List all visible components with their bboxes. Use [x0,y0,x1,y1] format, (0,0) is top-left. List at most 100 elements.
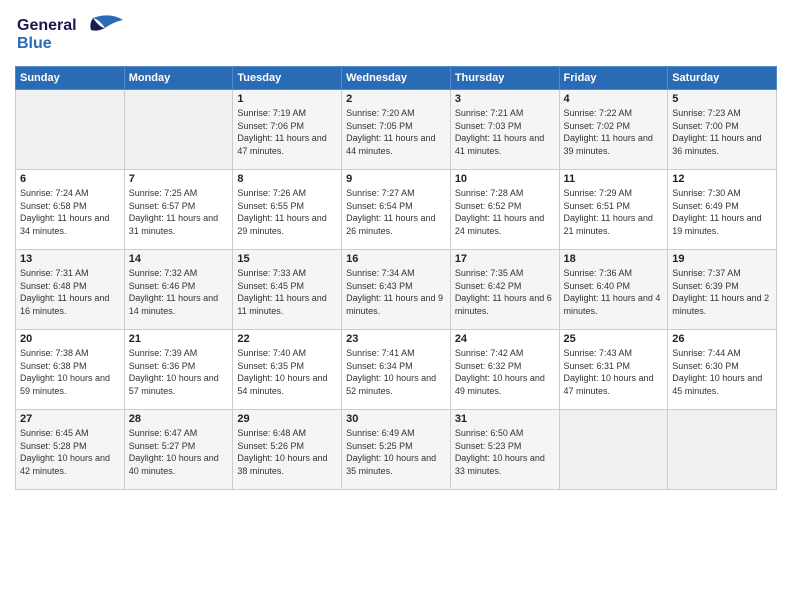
day-info: Sunrise: 7:21 AM Sunset: 7:03 PM Dayligh… [455,107,555,157]
calendar-cell [124,90,233,170]
calendar-cell: 16Sunrise: 7:34 AM Sunset: 6:43 PM Dayli… [342,250,451,330]
day-info: Sunrise: 7:30 AM Sunset: 6:49 PM Dayligh… [672,187,772,237]
day-number: 7 [129,173,229,185]
day-number: 30 [346,413,446,425]
weekday-header-thursday: Thursday [450,67,559,90]
svg-text:General: General [17,17,77,34]
day-number: 15 [237,253,337,265]
calendar-cell: 26 Sunrise: 7:44 AM Sunset: 6:30 PM Dayli… [668,330,777,410]
calendar-cell: 17Sunrise: 7:35 AM Sunset: 6:42 PM Dayli… [450,250,559,330]
day-number: 19 [672,253,772,265]
calendar-cell: 3 Sunrise: 7:21 AM Sunset: 7:03 PM Daylig… [450,90,559,170]
day-number: 25 [564,333,664,345]
day-info: Sunrise: 7:33 AM Sunset: 6:45 PM Dayligh… [237,267,337,317]
calendar-cell: 23 Sunrise: 7:41 AM Sunset: 6:34 PM Dayli… [342,330,451,410]
calendar-cell: 30 Sunrise: 6:49 AM Sunset: 5:25 PM Dayli… [342,410,451,490]
calendar-cell: 10Sunrise: 7:28 AM Sunset: 6:52 PM Dayli… [450,170,559,250]
day-number: 26 [672,333,772,345]
calendar-cell: 4 Sunrise: 7:22 AM Sunset: 7:02 PM Daylig… [559,90,668,170]
weekday-header-friday: Friday [559,67,668,90]
header-row: General Blue [15,10,777,60]
day-number: 22 [237,333,337,345]
calendar-cell: 28Sunrise: 6:47 AM Sunset: 5:27 PM Dayli… [124,410,233,490]
calendar-cell: 31Sunrise: 6:50 AM Sunset: 5:23 PM Dayli… [450,410,559,490]
day-number: 9 [346,173,446,185]
weekday-header-saturday: Saturday [668,67,777,90]
day-info: Sunrise: 7:27 AM Sunset: 6:54 PM Dayligh… [346,187,446,237]
calendar-cell: 14 Sunrise: 7:32 AM Sunset: 6:46 PM Dayli… [124,250,233,330]
day-info: Sunrise: 7:32 AM Sunset: 6:46 PM Dayligh… [129,267,229,317]
calendar-week-2: 6Sunrise: 7:24 AM Sunset: 6:58 PM Daylig… [16,170,777,250]
calendar-cell: 29 Sunrise: 6:48 AM Sunset: 5:26 PM Dayli… [233,410,342,490]
day-number: 21 [129,333,229,345]
day-number: 29 [237,413,337,425]
day-info: Sunrise: 7:29 AM Sunset: 6:51 PM Dayligh… [564,187,664,237]
calendar-week-3: 13 Sunrise: 7:31 AM Sunset: 6:48 PM Dayli… [16,250,777,330]
day-info: Sunrise: 7:28 AM Sunset: 6:52 PM Dayligh… [455,187,555,237]
day-info: Sunrise: 7:20 AM Sunset: 7:05 PM Dayligh… [346,107,446,157]
calendar-cell: 19 Sunrise: 7:37 AM Sunset: 6:39 PM Dayli… [668,250,777,330]
logo: General Blue [15,10,135,60]
calendar-container: General Blue SundayMondayTuesdayWednesda… [0,0,792,495]
calendar-cell: 13 Sunrise: 7:31 AM Sunset: 6:48 PM Dayli… [16,250,125,330]
day-info: Sunrise: 7:22 AM Sunset: 7:02 PM Dayligh… [564,107,664,157]
svg-text:Blue: Blue [17,35,52,52]
day-info: Sunrise: 6:48 AM Sunset: 5:26 PM Dayligh… [237,427,337,477]
weekday-header-monday: Monday [124,67,233,90]
day-info: Sunrise: 7:25 AM Sunset: 6:57 PM Dayligh… [129,187,229,237]
day-number: 4 [564,93,664,105]
calendar-cell: 8Sunrise: 7:26 AM Sunset: 6:55 PM Daylig… [233,170,342,250]
day-info: Sunrise: 7:38 AM Sunset: 6:38 PM Dayligh… [20,347,120,397]
weekday-header-sunday: Sunday [16,67,125,90]
day-info: Sunrise: 6:49 AM Sunset: 5:25 PM Dayligh… [346,427,446,477]
day-number: 8 [237,173,337,185]
day-number: 13 [20,253,120,265]
calendar-header: SundayMondayTuesdayWednesdayThursdayFrid… [16,67,777,90]
calendar-cell: 21 Sunrise: 7:39 AM Sunset: 6:36 PM Dayli… [124,330,233,410]
calendar-cell [16,90,125,170]
day-info: Sunrise: 7:34 AM Sunset: 6:43 PM Dayligh… [346,267,446,317]
calendar-cell: 11 Sunrise: 7:29 AM Sunset: 6:51 PM Dayli… [559,170,668,250]
calendar-week-1: 1Sunrise: 7:19 AM Sunset: 7:06 PM Daylig… [16,90,777,170]
day-info: Sunrise: 7:37 AM Sunset: 6:39 PM Dayligh… [672,267,772,317]
day-number: 6 [20,173,120,185]
day-info: Sunrise: 7:23 AM Sunset: 7:00 PM Dayligh… [672,107,772,157]
calendar-week-4: 20Sunrise: 7:38 AM Sunset: 6:38 PM Dayli… [16,330,777,410]
day-number: 27 [20,413,120,425]
calendar-week-5: 27 Sunrise: 6:45 AM Sunset: 5:28 PM Dayli… [16,410,777,490]
day-number: 23 [346,333,446,345]
day-info: Sunrise: 6:45 AM Sunset: 5:28 PM Dayligh… [20,427,120,477]
calendar-cell: 7 Sunrise: 7:25 AM Sunset: 6:57 PM Daylig… [124,170,233,250]
calendar-cell [559,410,668,490]
day-info: Sunrise: 6:50 AM Sunset: 5:23 PM Dayligh… [455,427,555,477]
calendar-body: 1Sunrise: 7:19 AM Sunset: 7:06 PM Daylig… [16,90,777,490]
day-info: Sunrise: 7:41 AM Sunset: 6:34 PM Dayligh… [346,347,446,397]
calendar-cell: 9 Sunrise: 7:27 AM Sunset: 6:54 PM Daylig… [342,170,451,250]
day-info: Sunrise: 7:31 AM Sunset: 6:48 PM Dayligh… [20,267,120,317]
calendar-cell: 25Sunrise: 7:43 AM Sunset: 6:31 PM Dayli… [559,330,668,410]
day-info: Sunrise: 7:19 AM Sunset: 7:06 PM Dayligh… [237,107,337,157]
day-number: 11 [564,173,664,185]
day-number: 14 [129,253,229,265]
day-number: 24 [455,333,555,345]
day-number: 12 [672,173,772,185]
calendar-table: SundayMondayTuesdayWednesdayThursdayFrid… [15,66,777,490]
calendar-cell: 22 Sunrise: 7:40 AM Sunset: 6:35 PM Dayli… [233,330,342,410]
day-number: 3 [455,93,555,105]
weekday-header-tuesday: Tuesday [233,67,342,90]
calendar-cell: 6Sunrise: 7:24 AM Sunset: 6:58 PM Daylig… [16,170,125,250]
weekday-header-row: SundayMondayTuesdayWednesdayThursdayFrid… [16,67,777,90]
day-info: Sunrise: 7:36 AM Sunset: 6:40 PM Dayligh… [564,267,664,317]
calendar-cell: 2 Sunrise: 7:20 AM Sunset: 7:05 PM Daylig… [342,90,451,170]
calendar-cell: 20Sunrise: 7:38 AM Sunset: 6:38 PM Dayli… [16,330,125,410]
day-info: Sunrise: 7:39 AM Sunset: 6:36 PM Dayligh… [129,347,229,397]
calendar-cell: 5 Sunrise: 7:23 AM Sunset: 7:00 PM Daylig… [668,90,777,170]
calendar-cell: 15 Sunrise: 7:33 AM Sunset: 6:45 PM Dayli… [233,250,342,330]
day-number: 5 [672,93,772,105]
day-number: 28 [129,413,229,425]
day-info: Sunrise: 7:44 AM Sunset: 6:30 PM Dayligh… [672,347,772,397]
day-info: Sunrise: 7:35 AM Sunset: 6:42 PM Dayligh… [455,267,555,317]
logo-text-block: General Blue [15,10,135,60]
day-number: 2 [346,93,446,105]
day-info: Sunrise: 7:40 AM Sunset: 6:35 PM Dayligh… [237,347,337,397]
